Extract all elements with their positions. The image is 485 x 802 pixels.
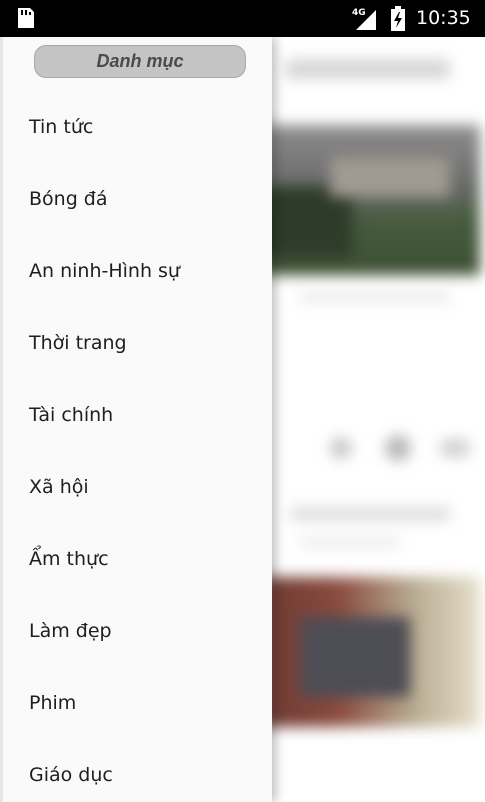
sd-card-icon [18, 8, 34, 28]
menu-item-an-ninh-hinh-su[interactable]: An ninh-Hình sự [3, 235, 275, 307]
blurred-text-line [300, 292, 450, 302]
blurred-text-line [290, 507, 450, 521]
drawer-header: Danh mục [34, 45, 246, 78]
navigation-drawer: Danh mục Tin tức Bóng đá An ninh-Hình sự… [0, 37, 272, 802]
menu-item-label: Xã hội [29, 476, 89, 498]
blurred-image-detail [300, 617, 410, 697]
menu-item-label: Giáo dục [29, 764, 113, 786]
menu-item-label: Làm đẹp [29, 620, 112, 642]
menu-item-label: Tài chính [29, 404, 114, 426]
blurred-icon [440, 439, 470, 457]
menu-item-label: Ẩm thực [29, 548, 109, 570]
clock: 10:35 [416, 7, 471, 29]
menu-item-label: An ninh-Hình sự [29, 260, 180, 282]
category-menu: Tin tức Bóng đá An ninh-Hình sự Thời tra… [3, 91, 275, 802]
menu-item-am-thuc[interactable]: Ẩm thực [3, 523, 275, 595]
menu-item-xa-hoi[interactable]: Xã hội [3, 451, 275, 523]
drawer-title: Danh mục [96, 51, 184, 71]
blurred-icon [385, 435, 411, 461]
menu-item-giao-duc[interactable]: Giáo dục [3, 739, 275, 802]
blurred-image-detail [330, 157, 450, 197]
menu-item-phim[interactable]: Phim [3, 667, 275, 739]
battery-charging-icon [391, 6, 405, 31]
signal-icon [356, 10, 376, 30]
status-bar: 4G 10:35 [0, 0, 485, 37]
menu-item-thoi-trang[interactable]: Thời trang [3, 307, 275, 379]
blurred-icon [330, 437, 352, 459]
menu-item-label: Phim [29, 692, 77, 714]
menu-item-tin-tuc[interactable]: Tin tức [3, 91, 275, 163]
menu-item-bong-da[interactable]: Bóng đá [3, 163, 275, 235]
menu-item-lam-dep[interactable]: Làm đẹp [3, 595, 275, 667]
menu-item-label: Tin tức [29, 116, 94, 138]
menu-item-label: Bóng đá [29, 188, 108, 210]
blurred-text-line [300, 537, 400, 547]
blurred-image-detail [262, 187, 352, 257]
menu-item-label: Thời trang [29, 332, 127, 354]
blurred-headline [285, 59, 450, 79]
menu-item-tai-chinh[interactable]: Tài chính [3, 379, 275, 451]
